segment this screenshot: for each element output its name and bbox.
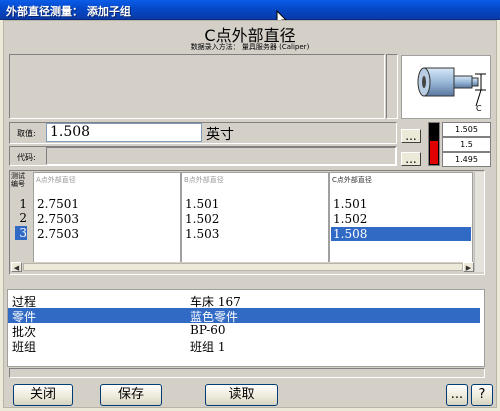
code-label: 代码:	[17, 153, 36, 162]
notes-scrollbar[interactable]	[386, 54, 398, 119]
cell-c1[interactable]: 1.501	[333, 197, 367, 211]
property-key: 班组	[12, 340, 37, 354]
notes-area	[9, 54, 385, 119]
diagram-marker-label: C	[476, 104, 482, 113]
row-number: 2	[19, 211, 27, 225]
column-c[interactable]: C点外部直径 1.501 1.502 1.508	[329, 172, 473, 272]
upper-limit-readout: 1.505	[442, 122, 491, 137]
value-more-button[interactable]: ...	[401, 129, 421, 143]
cell-a3[interactable]: 2.7503	[37, 227, 79, 241]
property-value: BP-60	[190, 323, 226, 337]
read-button[interactable]: 读取	[205, 384, 278, 406]
row-number: 3	[15, 226, 27, 240]
row-header-label: 测试 编号	[11, 172, 25, 188]
target-readout: 1.5	[442, 137, 491, 152]
property-row[interactable]: 过程 车床 167	[8, 293, 480, 309]
scroll-left-icon[interactable]: ◀	[11, 262, 22, 272]
entry-method-label: 数据录入方法： 量具服务器 (Caliper)	[190, 43, 310, 51]
gauge-fill	[430, 140, 438, 164]
cell-a2[interactable]: 2.7503	[37, 212, 79, 226]
value-label: 取值:	[17, 129, 36, 138]
cell-b3[interactable]: 1.503	[185, 227, 219, 241]
grid-horizontal-scrollbar[interactable]: ◀ ▶	[11, 262, 474, 272]
cell-b1[interactable]: 1.501	[185, 197, 219, 211]
value-input[interactable]: 1.508	[46, 123, 202, 142]
cell-c2[interactable]: 1.502	[333, 212, 367, 226]
property-row-selected[interactable]: 零件 蓝色零件	[8, 308, 480, 324]
row-header-column: 测试 编号 1 2 3	[11, 172, 33, 272]
scroll-thumb[interactable]	[23, 263, 463, 271]
cell-c3[interactable]: 1.508	[331, 227, 471, 241]
lower-limit-readout: 1.495	[442, 152, 491, 167]
column-c-header: C点外部直径	[332, 176, 372, 184]
column-a[interactable]: A点外部直径 2.7501 2.7503 2.7503	[33, 172, 181, 272]
column-a-header: A点外部直径	[36, 176, 76, 184]
unit-label: 英寸	[206, 127, 234, 143]
close-button[interactable]: 关闭	[13, 384, 73, 406]
code-input[interactable]	[46, 147, 396, 165]
part-diagram: C	[401, 55, 491, 119]
tolerance-gauge	[428, 122, 440, 166]
grid-vertical-scrollbar[interactable]	[474, 172, 484, 272]
cell-a1[interactable]: 2.7501	[37, 197, 79, 211]
title-bar: 外部直径测量： 添加子组	[0, 0, 500, 20]
help-button[interactable]: ?	[471, 384, 493, 406]
property-row[interactable]: 班组 班组 1	[8, 338, 480, 354]
column-b[interactable]: B点外部直径 1.501 1.502 1.503	[181, 172, 329, 272]
more-options-button[interactable]: ...	[446, 384, 468, 406]
cell-b2[interactable]: 1.502	[185, 212, 219, 226]
status-strip	[9, 368, 485, 378]
property-value: 班组 1	[190, 340, 226, 354]
window-title: 外部直径测量： 添加子组	[6, 5, 131, 18]
property-row[interactable]: 批次 BP-60	[8, 323, 480, 339]
scroll-right-icon[interactable]: ▶	[463, 262, 474, 272]
column-b-header: B点外部直径	[184, 176, 224, 184]
code-more-button[interactable]: ...	[401, 152, 421, 166]
save-button[interactable]: 保存	[100, 384, 162, 406]
row-number: 1	[19, 197, 27, 211]
